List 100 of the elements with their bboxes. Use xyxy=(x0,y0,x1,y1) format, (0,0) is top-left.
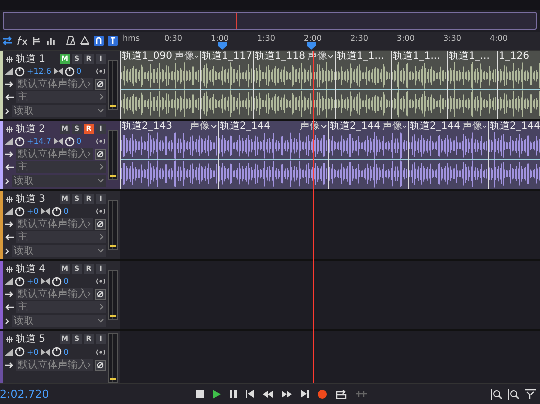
automation-dropdown[interactable]: 读取 xyxy=(12,105,106,117)
track-name[interactable]: 轨道 3 xyxy=(16,192,46,206)
knob-icon[interactable] xyxy=(52,347,62,357)
metronome-icon[interactable] xyxy=(66,36,76,46)
audio-clip[interactable]: 轨道2_144 声像 xyxy=(408,121,488,189)
phase-icon[interactable] xyxy=(95,218,106,230)
chevron-icon[interactable] xyxy=(483,124,487,128)
automation-dropdown[interactable]: 读取 xyxy=(12,315,106,327)
track-name[interactable]: 轨道 2 xyxy=(16,122,46,136)
knob-icon[interactable] xyxy=(15,347,25,357)
bars-icon[interactable] xyxy=(46,36,56,46)
zoom-in-icon[interactable] xyxy=(491,388,502,400)
stereo-icon[interactable] xyxy=(96,208,106,215)
audio-clip[interactable]: 轨道1_117 xyxy=(200,51,253,119)
clip-name: 轨道1_117 xyxy=(202,51,252,62)
skip-to-end-icon[interactable] xyxy=(301,390,309,398)
track-name[interactable]: 轨道 4 xyxy=(16,262,46,276)
skip-icon[interactable] xyxy=(356,390,367,398)
magnet-icon[interactable] xyxy=(94,36,104,46)
knob-icon[interactable] xyxy=(15,276,25,286)
skip-to-start-icon[interactable] xyxy=(246,390,254,398)
zoom-out-icon[interactable] xyxy=(508,388,519,400)
time-label: 1:30 xyxy=(258,34,276,43)
clip-name: 1_126 xyxy=(499,51,530,62)
chevron-icon xyxy=(100,304,104,310)
audio-clip[interactable]: 轨道1_090 声像 xyxy=(120,51,200,119)
clip-name: 轨道1_1... xyxy=(393,51,440,62)
pan-value[interactable]: 0 xyxy=(64,277,69,286)
chevron-icon[interactable] xyxy=(195,54,199,58)
fast-forward-icon[interactable] xyxy=(282,390,292,398)
knob-icon[interactable] xyxy=(64,66,75,76)
chevron-icon xyxy=(98,179,104,183)
volume-value[interactable]: +12.6 xyxy=(27,67,52,76)
stereo-icon[interactable] xyxy=(96,138,106,145)
pan-icon xyxy=(40,208,50,215)
automation-dropdown[interactable]: 读取 xyxy=(12,175,106,187)
phase-icon[interactable] xyxy=(95,288,106,300)
audio-clip[interactable]: 轨道2_144 xyxy=(488,121,540,189)
knob-icon[interactable] xyxy=(52,206,62,216)
pause-icon[interactable] xyxy=(230,390,237,398)
volume-icon xyxy=(5,68,13,75)
track-name[interactable]: 轨道 5 xyxy=(16,332,46,346)
knob-icon[interactable] xyxy=(15,136,25,146)
volume-value[interactable]: +0 xyxy=(27,207,39,216)
swap-arrows-icon[interactable] xyxy=(2,36,13,46)
audio-clip[interactable]: 轨道2_144 声像 xyxy=(328,121,408,189)
audio-clip[interactable]: 轨道1_1... xyxy=(391,51,447,119)
chevron-icon xyxy=(100,94,104,100)
pan-label: 声像 xyxy=(382,121,402,132)
chevron-icon xyxy=(98,249,104,253)
phase-icon[interactable] xyxy=(95,148,106,160)
level-meter-icon xyxy=(108,60,118,110)
stereo-icon[interactable] xyxy=(96,348,106,356)
chevron-icon[interactable] xyxy=(328,54,334,58)
knob-icon[interactable] xyxy=(15,66,25,76)
chevron-icon[interactable] xyxy=(211,124,217,128)
knob-icon[interactable] xyxy=(64,136,75,146)
time-label: 3:30 xyxy=(444,34,462,43)
pan-value[interactable]: 0 xyxy=(76,67,82,76)
volume-value[interactable]: +14.7 xyxy=(27,137,52,146)
volume-value[interactable]: +0 xyxy=(27,277,39,286)
branch-icon[interactable] xyxy=(32,36,42,46)
clip-name: 轨道1_118 xyxy=(255,51,306,62)
pan-value[interactable]: 0 xyxy=(76,137,82,146)
phase-icon[interactable] xyxy=(95,360,106,370)
zoom-fit-icon[interactable] xyxy=(525,388,536,400)
volume-value[interactable]: +0 xyxy=(27,348,39,356)
pan-value[interactable]: 0 xyxy=(64,207,69,216)
input-arrow-icon xyxy=(5,220,14,228)
expand-chevron-icon[interactable] xyxy=(5,108,10,114)
waveform-drawing xyxy=(448,62,497,118)
rewind-icon[interactable] xyxy=(263,390,273,398)
chevron-icon xyxy=(98,109,104,113)
waveform-drawing xyxy=(498,62,540,118)
expand-chevron-icon[interactable] xyxy=(5,248,10,254)
loop-icon[interactable] xyxy=(336,390,347,398)
record-icon[interactable] xyxy=(318,390,327,398)
pan-value[interactable]: 0 xyxy=(64,348,69,356)
audio-clip[interactable]: 轨道1_1... xyxy=(335,51,391,119)
stereo-icon[interactable] xyxy=(96,278,106,285)
play-icon[interactable] xyxy=(213,390,221,398)
chevron-icon[interactable] xyxy=(403,124,407,128)
automation-dropdown[interactable]: 读取 xyxy=(12,245,106,257)
time-label: 2:00 xyxy=(304,34,322,43)
stereo-icon[interactable] xyxy=(96,68,106,75)
session-overview[interactable] xyxy=(3,12,537,30)
track-name[interactable]: 轨道 1 xyxy=(16,52,46,66)
knob-icon[interactable] xyxy=(52,276,62,286)
audio-clip[interactable]: 1_126 xyxy=(497,51,540,119)
fx-icon[interactable] xyxy=(17,36,28,46)
audio-clip[interactable]: 轨道1_... xyxy=(447,51,497,119)
audio-clip[interactable]: 轨道2_143 声像 xyxy=(120,121,218,189)
expand-chevron-icon[interactable] xyxy=(5,178,10,184)
knob-icon[interactable] xyxy=(15,206,25,216)
phase-icon[interactable] xyxy=(95,78,106,90)
expand-chevron-icon[interactable] xyxy=(5,318,10,324)
triangle-icon[interactable] xyxy=(80,36,90,46)
time-label: 2:30 xyxy=(350,34,368,43)
chevron-icon[interactable] xyxy=(321,124,327,128)
pin-icon[interactable] xyxy=(108,36,118,46)
